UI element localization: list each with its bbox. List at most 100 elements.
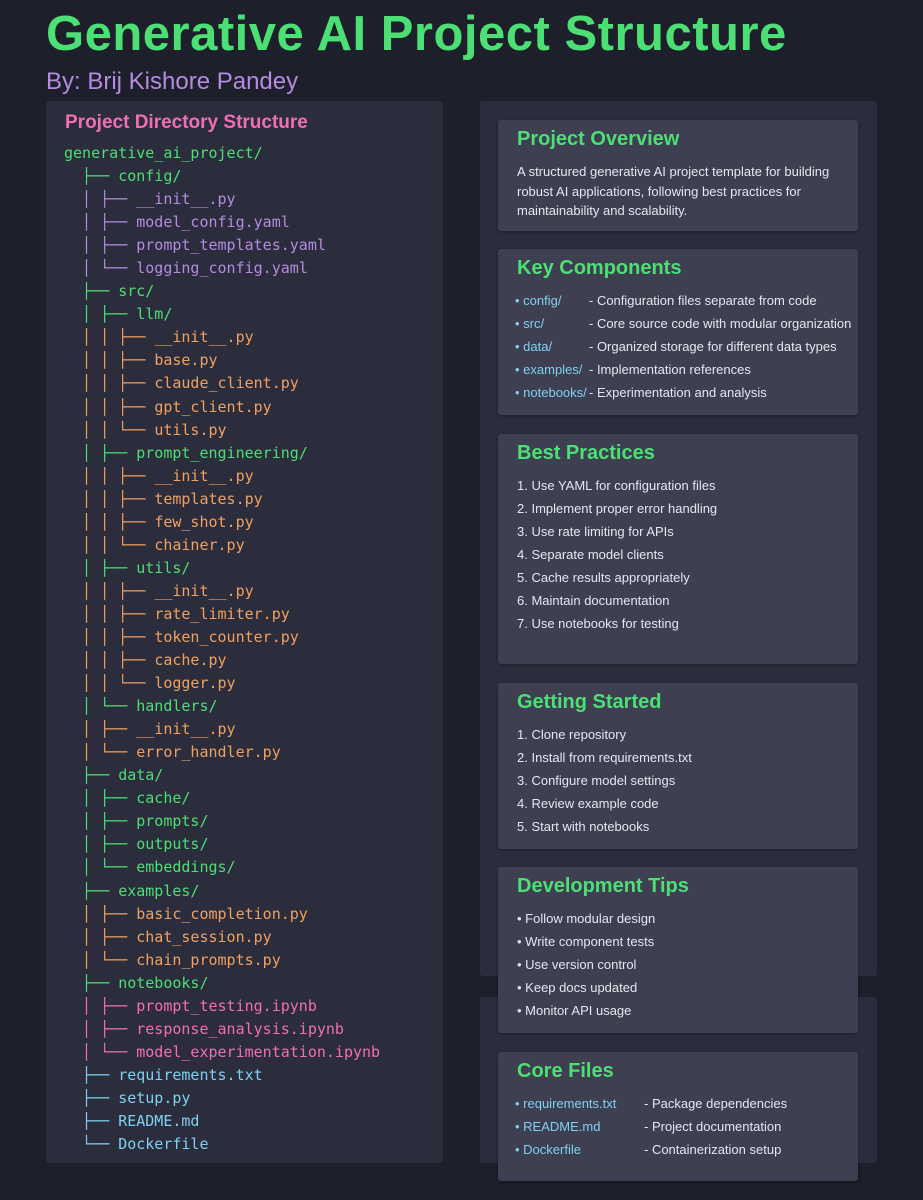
- best-practice-item: 7. Use notebooks for testing: [517, 616, 679, 632]
- tree-branch: │ ├──: [64, 789, 137, 808]
- tree-branch: ├──: [64, 1088, 119, 1107]
- tree-line: ├── src/: [64, 280, 380, 303]
- project-overview-card: Project Overview A structured generative…: [498, 120, 858, 231]
- key-components-card: Key Components • config/ - Configuration …: [498, 249, 858, 415]
- tree-entry-name: outputs/: [136, 835, 209, 854]
- tree-entry-name: chainer.py: [154, 535, 245, 554]
- development-tips-title: Development Tips: [517, 875, 689, 897]
- page-title: Generative AI Project Structure: [46, 7, 787, 61]
- tree-line: │ │ ├── gpt_client.py: [64, 396, 380, 419]
- tree-branch: ├──: [64, 766, 119, 785]
- tree-entry-name: llm/: [136, 305, 173, 324]
- core-file-desc: - Project documentation: [644, 1119, 782, 1135]
- tree-branch: │ ├──: [64, 904, 137, 923]
- tree-line: │ └── logging_config.yaml: [64, 257, 380, 280]
- core-file-name: • README.md: [515, 1119, 601, 1135]
- tree-line: ├── examples/: [64, 880, 380, 903]
- directory-heading: Project Directory Structure: [65, 112, 308, 133]
- tree-entry-name: cache/: [136, 789, 191, 808]
- tree-branch: │ ├──: [64, 305, 137, 324]
- tree-entry-name: few_shot.py: [154, 512, 254, 531]
- development-tip-item: • Keep docs updated: [517, 980, 638, 996]
- tree-entry-name: utils/: [136, 558, 191, 577]
- tree-entry-name: prompts/: [136, 812, 209, 831]
- tree-entry-name: examples/: [118, 881, 200, 900]
- key-component-name: • data/: [515, 339, 553, 355]
- key-component-name: • notebooks/: [515, 385, 587, 401]
- tree-entry-name: README.md: [118, 1111, 200, 1130]
- development-tips-card: Development Tips • Follow modular design…: [498, 867, 858, 1033]
- tree-line: │ ├── response_analysis.ipynb: [64, 1018, 380, 1041]
- getting-started-step: 5. Start with notebooks: [517, 819, 650, 835]
- tree-entry-name: data/: [118, 766, 164, 785]
- best-practices-list: 1. Use YAML for configuration files 2. I…: [517, 476, 858, 637]
- tree-branch: │ └──: [64, 697, 137, 716]
- getting-started-list: 1. Clone repository 2. Install from requ…: [517, 725, 858, 840]
- tree-entry-name: token_counter.py: [154, 627, 299, 646]
- tree-line: │ │ ├── token_counter.py: [64, 626, 380, 649]
- tree-entry-name: cache.py: [154, 651, 227, 670]
- core-file-row: • requirements.txt - Package dependencies: [515, 1094, 858, 1117]
- tree-entry-name: model_experimentation.ipynb: [136, 1042, 381, 1061]
- tree-entry-name: prompt_engineering/: [136, 443, 308, 462]
- tree-branch: │ ├──: [64, 443, 137, 462]
- best-practice-item: 1. Use YAML for configuration files: [517, 478, 716, 493]
- tree-entry-name: templates.py: [154, 489, 263, 508]
- tree-line: │ ├── outputs/: [64, 833, 380, 856]
- tree-line: │ └── embeddings/: [64, 856, 380, 879]
- tree-entry-name: logging_config.yaml: [136, 259, 308, 278]
- core-file-name: • requirements.txt: [515, 1096, 617, 1111]
- tree-branch: │ │ └──: [64, 674, 155, 693]
- tree-branch: │ └──: [64, 743, 137, 762]
- key-component-row: • examples/ - Implementation references: [515, 360, 858, 383]
- getting-started-step: 1. Clone repository: [517, 727, 627, 742]
- project-overview-text: A structured generative AI project templ…: [517, 164, 830, 218]
- tree-line: ├── notebooks/: [64, 972, 380, 995]
- development-tips-list: • Follow modular design • Write componen…: [517, 909, 858, 1024]
- tree-line: ├── setup.py: [64, 1087, 380, 1110]
- tree-line: │ └── model_experimentation.ipynb: [64, 1041, 380, 1064]
- tree-branch: ├──: [64, 973, 119, 992]
- tree-line: │ │ ├── base.py: [64, 349, 380, 372]
- core-files-list: • requirements.txt - Package dependencies…: [515, 1094, 858, 1163]
- tree-line: │ │ ├── rate_limiter.py: [64, 603, 380, 626]
- key-component-desc: - Configuration files separate from code: [589, 293, 817, 308]
- tree-line: │ ├── utils/: [64, 557, 380, 580]
- tree-line: │ ├── prompt_engineering/: [64, 442, 380, 465]
- getting-started-step: 4. Review example code: [517, 796, 659, 812]
- tree-branch: │ │ ├──: [64, 627, 155, 646]
- tree-branch: └──: [64, 1135, 119, 1154]
- tree-line: │ ├── llm/: [64, 303, 380, 326]
- key-component-desc: - Organized storage for different data t…: [589, 339, 837, 355]
- core-file-desc: - Containerization setup: [644, 1142, 782, 1158]
- tree-entry-name: __init__.py: [136, 190, 236, 209]
- tree-entry-name: model_config.yaml: [136, 213, 290, 232]
- key-component-desc: - Core source code with modular organiza…: [589, 316, 852, 332]
- tree-line: │ ├── prompt_templates.yaml: [64, 234, 380, 257]
- tree-entry-name: __init__.py: [154, 581, 254, 600]
- tree-line: ├── config/: [64, 165, 380, 188]
- tree-entry-name: setup.py: [118, 1088, 191, 1107]
- tree-line: │ │ ├── templates.py: [64, 488, 380, 511]
- tree-branch: │ ├──: [64, 1019, 137, 1038]
- tree-branch: │ │ ├──: [64, 512, 155, 531]
- tree-entry-name: __init__.py: [154, 328, 254, 347]
- tree-branch: ├──: [64, 282, 119, 301]
- tree-entry-name: logger.py: [154, 674, 236, 693]
- tree-entry-name: response_analysis.ipynb: [136, 1019, 344, 1038]
- tree-entry-name: Dockerfile: [118, 1135, 209, 1154]
- tree-entry-name: claude_client.py: [154, 374, 299, 393]
- getting-started-card: Getting Started 1. Clone repository 2. I…: [498, 683, 858, 849]
- tree-line: generative_ai_project/: [64, 142, 380, 165]
- directory-tree: generative_ai_project/ ├── config/ │ ├──…: [64, 142, 380, 1156]
- best-practices-card: Best Practices 1. Use YAML for configura…: [498, 434, 858, 664]
- tree-branch: │ │ └──: [64, 535, 155, 554]
- tree-entry-name: chat_session.py: [136, 927, 272, 946]
- tree-branch: │ │ ├──: [64, 581, 155, 600]
- directory-panel: Project Directory Structure generative_a…: [46, 101, 443, 1163]
- key-component-desc: - Implementation references: [589, 362, 751, 378]
- tree-line: │ │ ├── __init__.py: [64, 326, 380, 349]
- getting-started-step: 3. Configure model settings: [517, 773, 676, 789]
- tree-line: └── Dockerfile: [64, 1133, 380, 1156]
- tree-entry-name: config/: [118, 167, 182, 186]
